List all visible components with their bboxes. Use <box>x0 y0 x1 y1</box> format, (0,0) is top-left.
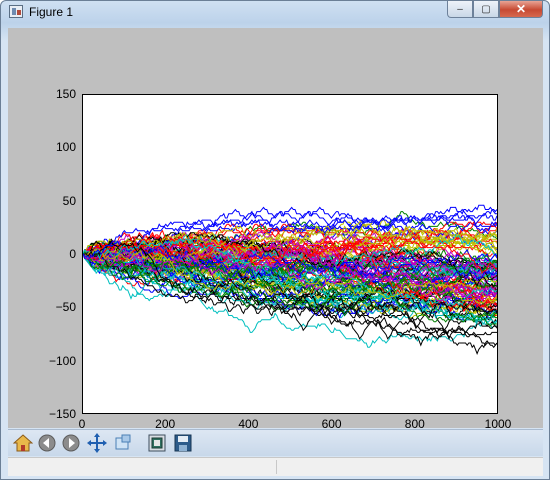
close-icon: ✕ <box>515 2 527 16</box>
status-message <box>8 460 277 474</box>
status-bar <box>8 457 543 476</box>
minimize-icon: ‒ <box>457 3 463 15</box>
subplots-icon <box>148 434 166 452</box>
y-tick-label: 100 <box>55 140 76 155</box>
maximize-icon: ▢ <box>481 3 491 15</box>
back-button[interactable] <box>36 432 58 454</box>
close-button[interactable]: ✕ <box>499 1 543 18</box>
zoom-icon <box>115 434 131 450</box>
save-button[interactable] <box>172 432 194 454</box>
y-tick-label: −100 <box>48 353 76 368</box>
y-tick-label: 0 <box>69 247 76 261</box>
line-chart <box>83 204 497 355</box>
figure-canvas[interactable]: 150 100 50 0 −50 −100 −150 0 200 400 600 800 1000 <box>8 28 543 431</box>
configure-subplots-button[interactable] <box>146 432 168 454</box>
title-bar[interactable]: Figure 1 ‒ ▢ ✕ <box>1 1 549 23</box>
forward-icon <box>62 434 80 452</box>
back-icon <box>38 434 56 452</box>
maximize-button[interactable]: ▢ <box>473 1 499 18</box>
pan-button[interactable] <box>86 432 108 454</box>
status-coordinates <box>277 460 541 474</box>
home-icon <box>13 434 33 452</box>
figure-window-icon <box>9 5 23 18</box>
window-title: Figure 1 <box>29 5 74 19</box>
plot-area[interactable] <box>82 94 498 414</box>
y-tick-label: 150 <box>55 87 76 101</box>
zoom-button[interactable] <box>112 432 134 454</box>
pan-icon <box>87 433 107 453</box>
y-tick-label: −50 <box>55 300 76 315</box>
home-button[interactable] <box>12 432 34 454</box>
navigation-toolbar <box>8 429 543 456</box>
y-tick-label: 50 <box>62 193 76 208</box>
save-icon <box>174 434 192 452</box>
figure-window: Figure 1 ‒ ▢ ✕ 150 100 50 0 −50 −100 −150 0 200… <box>0 0 550 480</box>
minimize-button[interactable]: ‒ <box>447 1 473 18</box>
forward-button[interactable] <box>60 432 82 454</box>
